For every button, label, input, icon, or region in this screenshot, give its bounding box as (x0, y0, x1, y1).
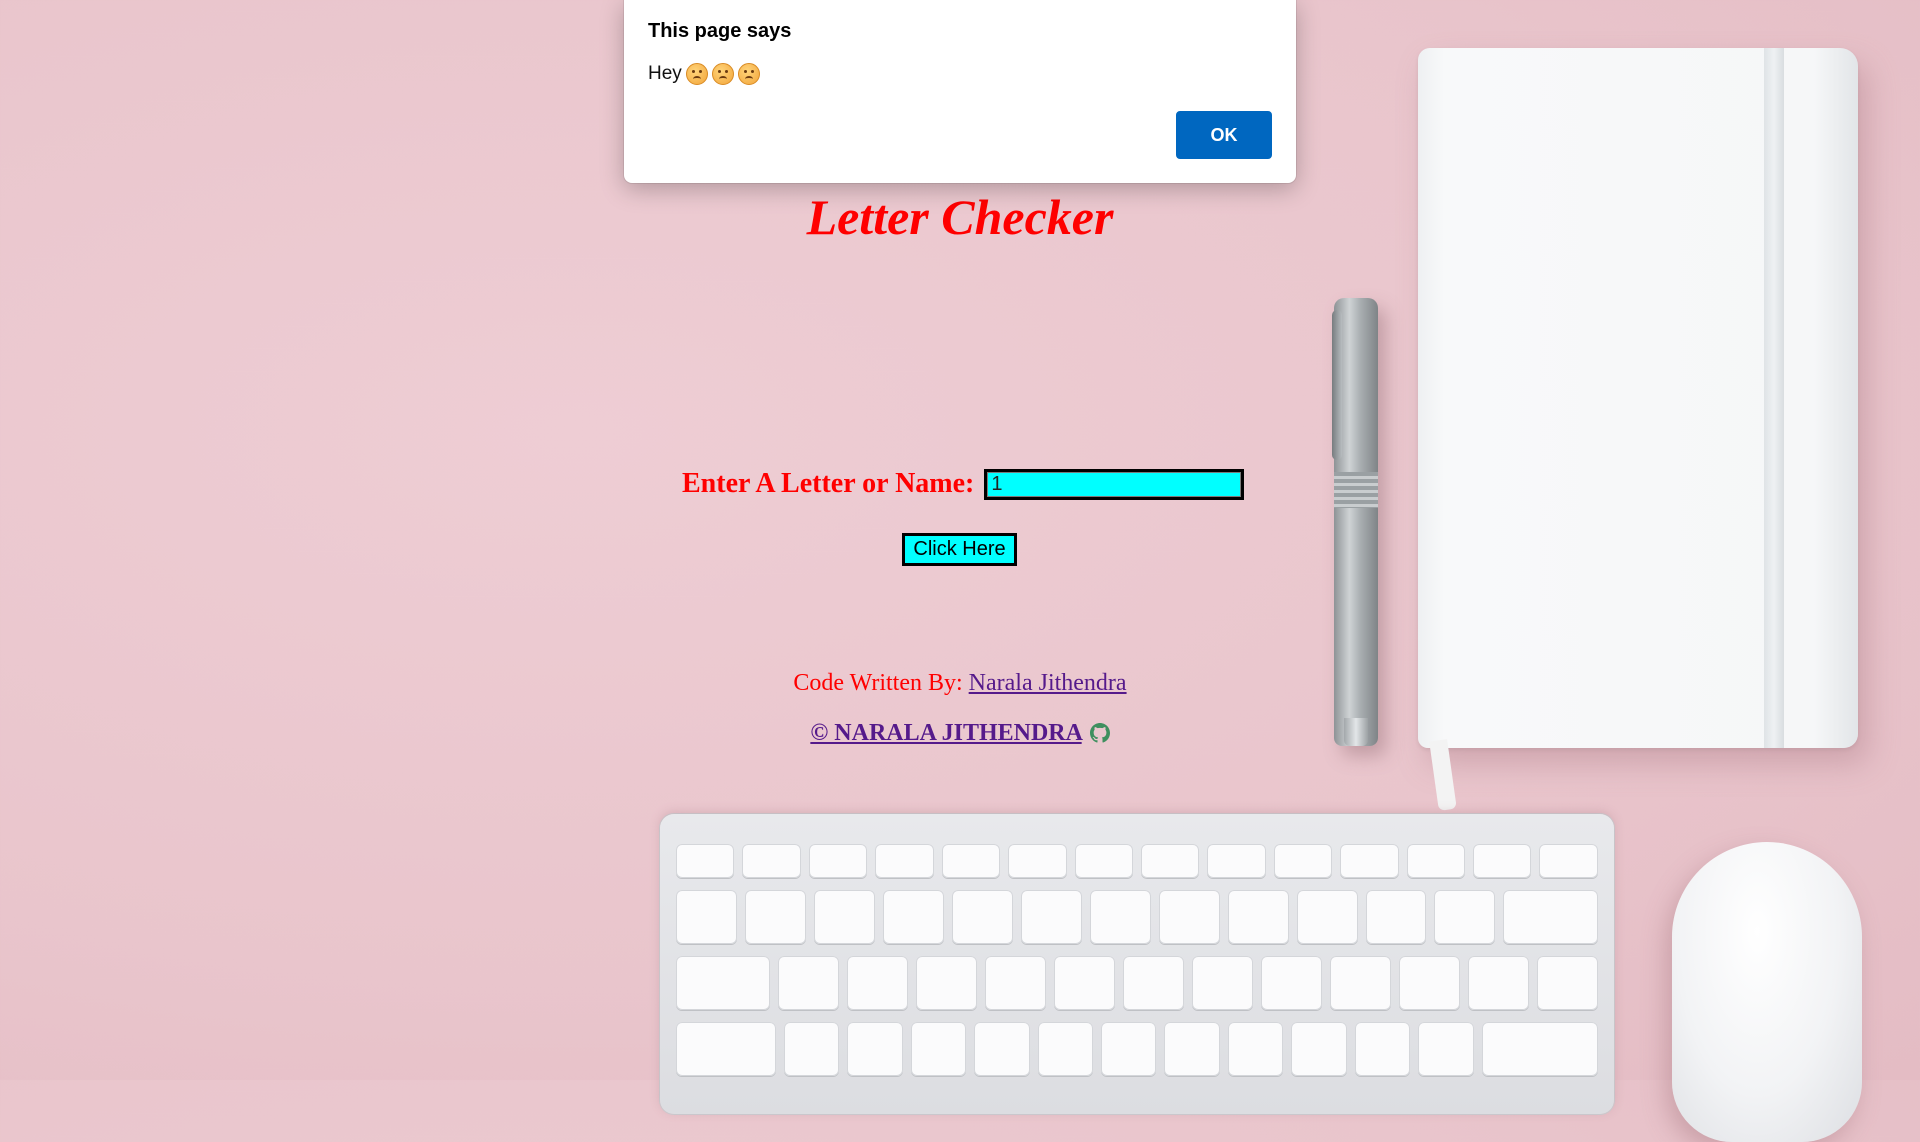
keyboard-key (1503, 890, 1598, 944)
flushed-face-icon (711, 63, 734, 85)
keyboard-key (1365, 890, 1427, 944)
keyboard-key (742, 844, 801, 878)
author-link[interactable]: Narala Jithendra (969, 670, 1127, 696)
keyboard-key (1074, 844, 1133, 878)
keyboard-key (1123, 956, 1185, 1010)
copyright-line: © NARALA JITHENDRA (0, 720, 1920, 750)
keyboard-key (778, 956, 840, 1010)
keyboard-key (676, 890, 737, 944)
keyboard-key (1536, 956, 1598, 1010)
copyright-text: © NARALA JITHENDRA (810, 720, 1082, 746)
notebook-elastic-band (1764, 48, 1784, 748)
keyboard-key (1054, 956, 1116, 1010)
dialog-title: This page says (648, 20, 792, 42)
keyboard-key (1207, 844, 1266, 878)
keyboard-key (974, 1022, 1030, 1076)
notebook-image (1418, 48, 1858, 811)
pen-clip (1332, 310, 1342, 460)
letter-form: Enter A Letter or Name: (682, 468, 1245, 500)
keyboard-key (1158, 890, 1220, 944)
keyboard-key (783, 1022, 840, 1076)
keyboard-key (1140, 844, 1200, 878)
keyboard-key (1468, 956, 1529, 1010)
keyboard-key (847, 956, 909, 1010)
letter-input[interactable] (984, 468, 1245, 500)
dialog-message-text: Hey (648, 63, 682, 84)
keyboard-key (941, 844, 1001, 878)
keyboard-key (985, 956, 1047, 1010)
credit-prefix: Code Written By: (793, 670, 963, 696)
keyboard-key (1008, 844, 1067, 878)
keyboard-key (1539, 844, 1598, 878)
keyboard-key (1273, 844, 1333, 878)
keyboard-key (875, 844, 934, 878)
keyboard-key (1399, 956, 1461, 1010)
keyboard-key (1261, 956, 1323, 1010)
pen-grip (1334, 472, 1378, 508)
copyright-link[interactable]: © NARALA JITHENDRA (810, 720, 1081, 746)
keyboard-key (744, 890, 806, 944)
keyboard-key (916, 956, 978, 1010)
keyboard-key (847, 1022, 903, 1076)
keyboard-key (1192, 956, 1254, 1010)
keyboard-key (951, 890, 1013, 944)
keyboard-key (1354, 1022, 1411, 1076)
keyboard-key (1291, 1022, 1347, 1076)
keyboard-key (882, 890, 944, 944)
keyboard-key (813, 890, 875, 944)
keyboard-key (1296, 890, 1358, 944)
keyboard-image (660, 814, 1614, 1114)
input-label: Enter A Letter or Name: (682, 468, 975, 499)
keyboard-key (1340, 844, 1399, 878)
keyboard-key (676, 956, 771, 1010)
keyboard-key (676, 1022, 776, 1076)
keyboard-key (1434, 890, 1496, 944)
keyboard-key (1037, 1022, 1093, 1076)
ok-button[interactable]: OK (1176, 111, 1272, 159)
keyboard-key (1418, 1022, 1474, 1076)
keyboard-key (1473, 844, 1532, 878)
keyboard-key (1227, 890, 1289, 944)
alert-dialog: This page says Hey OK (624, 0, 1296, 183)
keyboard-key (808, 844, 868, 878)
keyboard-key (676, 844, 735, 878)
keyboard-key (1164, 1022, 1220, 1076)
dialog-message: Hey (648, 63, 760, 85)
keyboard-key (910, 1022, 967, 1076)
keyboard-key (1481, 1022, 1599, 1076)
credit-line: Code Written By: Narala Jithendra (0, 670, 1920, 697)
keyboard-key (1100, 1022, 1157, 1076)
frowning-face-icon (737, 63, 760, 85)
keyboard-key (1227, 1022, 1284, 1076)
github-icon[interactable] (1089, 723, 1110, 750)
keyboard-key (1020, 890, 1082, 944)
keyboard-key (1330, 956, 1392, 1010)
keyboard-key (1089, 890, 1151, 944)
page-title: Letter Checker (806, 189, 1114, 245)
click-here-button[interactable]: Click Here (902, 533, 1017, 566)
disappointed-face-icon (685, 63, 708, 85)
keyboard-key (1406, 844, 1466, 878)
mouse-image (1672, 842, 1862, 1142)
